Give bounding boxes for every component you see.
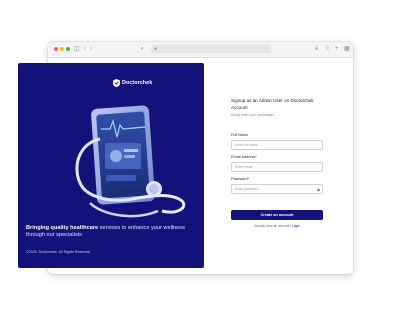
lock-icon: ● [154, 46, 158, 52]
login-prompt: Already have an account? Login [231, 224, 323, 229]
hero-panel: Doctorchek Bringing quality healthcare s… [18, 63, 204, 268]
shield-logo-icon [113, 79, 120, 87]
minimize-window-button[interactable] [60, 47, 64, 51]
brand-logo: Doctorchek [113, 78, 152, 88]
full-name-label: Full Name [231, 133, 249, 137]
tabs-icon[interactable]: ▦ [344, 45, 350, 54]
download-icon[interactable]: ⇓ [314, 45, 319, 54]
password-input[interactable] [231, 184, 323, 194]
full-name-input[interactable] [231, 140, 323, 150]
tagline-bold: Bringing quality healthcare [26, 225, 99, 231]
email-input[interactable] [231, 162, 323, 172]
form-subtitle: Kindly enter your credentials [231, 113, 274, 117]
email-label: Email Address* [231, 155, 257, 159]
sidebar-icon[interactable]: ◫ [74, 45, 80, 54]
login-prompt-text: Already have an account? [254, 224, 292, 228]
back-icon[interactable]: ‹ [84, 45, 86, 54]
maximize-window-button[interactable] [66, 47, 70, 51]
new-tab-icon[interactable]: + [335, 45, 339, 54]
login-link[interactable]: Login [292, 224, 300, 228]
close-window-button[interactable] [54, 47, 58, 51]
hero-tagline: Bringing quality healthcare services to … [26, 225, 196, 239]
eye-icon[interactable]: ◉ [316, 187, 321, 192]
stethoscope-tablet-illustration [75, 105, 186, 218]
form-title: Signup as an Admin User on Doctorchek Ac… [231, 98, 314, 110]
share-icon[interactable]: ⇧ [325, 45, 330, 54]
copyright-text: ©2025. Doctorchek. All Rights Reserved [26, 250, 91, 254]
password-label: Password* [231, 177, 250, 181]
browser-toolbar: ◫ ‹ › ◐ ● ⇓ ⇧ + ▦ [48, 42, 353, 58]
forward-icon[interactable]: › [90, 45, 92, 54]
signup-form: Signup as an Admin User on Doctorchek Ac… [231, 97, 323, 228]
privacy-icon[interactable]: ◐ [141, 45, 145, 54]
create-account-button[interactable]: Create an account [231, 210, 323, 220]
address-bar[interactable]: ● [151, 45, 271, 53]
brand-name: Doctorchek [122, 80, 153, 86]
